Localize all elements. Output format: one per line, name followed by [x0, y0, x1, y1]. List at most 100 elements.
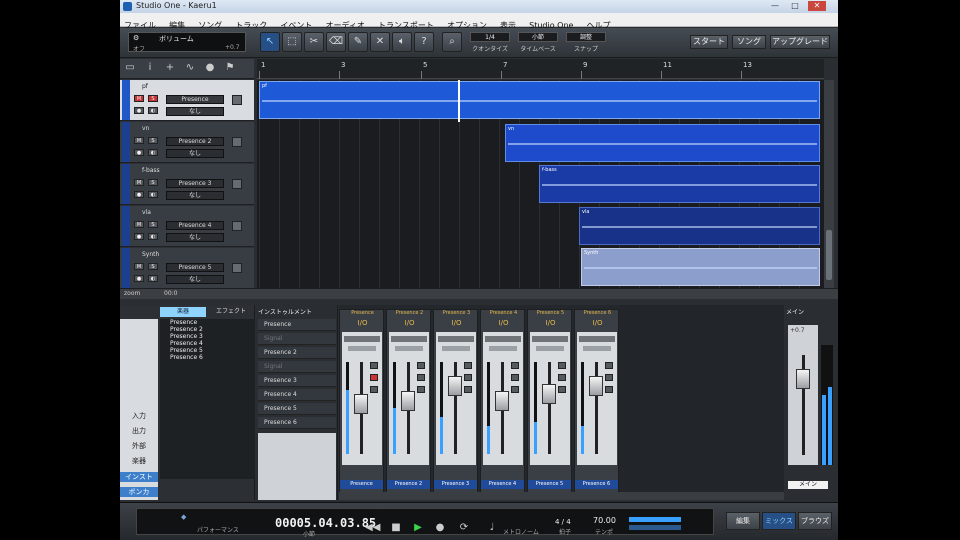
solo-button[interactable]: [370, 374, 378, 381]
pan-control[interactable]: [583, 346, 611, 351]
audio-clip[interactable]: f-bass: [539, 165, 820, 203]
tab-effects[interactable]: エフェクト: [208, 307, 254, 317]
keyboard-icon[interactable]: [232, 263, 242, 273]
insert-slot[interactable]: [532, 336, 568, 342]
arrange-zoom[interactable]: zoom: [124, 290, 140, 297]
instrument-list-row[interactable]: Presence 2: [258, 347, 336, 359]
list-item[interactable]: Presence 3: [160, 333, 255, 340]
timebase-value[interactable]: 小節: [518, 32, 558, 42]
side-external[interactable]: 外部: [120, 441, 158, 451]
side-output[interactable]: 出力: [120, 426, 158, 436]
mute-button[interactable]: [511, 362, 519, 369]
track-name[interactable]: f-bass: [142, 167, 160, 174]
tab-instruments[interactable]: 楽器: [160, 307, 206, 317]
track-output-select[interactable]: なし: [166, 149, 224, 158]
record-icon[interactable]: ●: [433, 522, 447, 534]
volume-fader[interactable]: [542, 383, 556, 404]
track-output-select[interactable]: なし: [166, 191, 224, 200]
keyboard-icon[interactable]: [232, 137, 242, 147]
track-header[interactable]: f-bass M S ● ◐ Presence 3 なし: [120, 164, 254, 205]
metronome-icon[interactable]: ♩: [485, 522, 499, 534]
instrument-list-row[interactable]: Presence 6: [258, 417, 336, 429]
vertical-scrollbar[interactable]: [824, 80, 834, 288]
maximize-button[interactable]: □: [786, 1, 804, 11]
track-instrument-select[interactable]: Presence 2: [166, 137, 224, 146]
mix-button[interactable]: ミックス: [762, 512, 796, 530]
mute-button[interactable]: M: [134, 221, 144, 228]
side-input[interactable]: 入力: [120, 411, 158, 421]
channel-label[interactable]: Presence 2: [387, 480, 430, 489]
track-instrument-select[interactable]: Presence 5: [166, 263, 224, 272]
scroll-thumb[interactable]: [826, 230, 832, 280]
monitor-button[interactable]: ◐: [148, 275, 158, 282]
track-instrument-select[interactable]: Presence 4: [166, 221, 224, 230]
solo-button[interactable]: [464, 374, 472, 381]
eraser-tool-icon[interactable]: ⌫: [326, 32, 346, 52]
snap-value[interactable]: 調整: [566, 32, 606, 42]
start-button[interactable]: スタート: [690, 35, 728, 49]
record-button[interactable]: [370, 386, 378, 393]
pan-control[interactable]: [395, 346, 423, 351]
list-item[interactable]: Presence 5: [160, 347, 255, 354]
volume-display[interactable]: ⚙ ボリューム オフ +0.7: [128, 32, 246, 53]
record-button[interactable]: ●: [134, 233, 144, 240]
timeline-ruler[interactable]: 1 3 5 7 9 11 13: [257, 59, 824, 79]
play-icon[interactable]: ▶: [411, 522, 425, 534]
instrument-list-row[interactable]: Presence 5: [258, 403, 336, 415]
split-tool-icon[interactable]: ✂: [304, 32, 324, 52]
insert-slot[interactable]: [344, 336, 380, 342]
record-button[interactable]: ●: [134, 149, 144, 156]
time-display[interactable]: 00005.04.03.85: [275, 516, 376, 530]
insert-slot[interactable]: [391, 336, 427, 342]
solo-button[interactable]: [511, 374, 519, 381]
mute-button[interactable]: M: [134, 137, 144, 144]
channel-io[interactable]: I/O: [434, 319, 479, 327]
side-instrument[interactable]: 楽器: [120, 456, 158, 466]
automation-icon[interactable]: ∿: [184, 62, 196, 74]
solo-button[interactable]: S: [148, 137, 158, 144]
instrument-list-row[interactable]: Signal: [258, 333, 336, 345]
marker-icon[interactable]: ⚑: [224, 62, 236, 74]
record-button[interactable]: [558, 386, 566, 393]
song-button[interactable]: ソング: [732, 35, 766, 49]
mute-button[interactable]: M: [134, 263, 144, 270]
paint-tool-icon[interactable]: ✎: [348, 32, 368, 52]
pan-control[interactable]: [489, 346, 517, 351]
zoom-icon[interactable]: ⌕: [442, 32, 462, 52]
record-button[interactable]: ●: [134, 107, 144, 114]
insert-slot[interactable]: [485, 336, 521, 342]
mute-button[interactable]: [417, 362, 425, 369]
loop-icon[interactable]: ⟳: [457, 522, 471, 534]
inspector-icon[interactable]: i: [144, 62, 156, 74]
listen-tool-icon[interactable]: 🔈︎: [392, 32, 412, 52]
channel-io[interactable]: I/O: [481, 319, 526, 327]
list-item[interactable]: Presence 6: [160, 354, 255, 361]
solo-button[interactable]: S: [148, 95, 158, 102]
volume-fader[interactable]: [354, 394, 368, 415]
browse-button[interactable]: ブラウズ: [798, 512, 832, 530]
mute-button[interactable]: [464, 362, 472, 369]
solo-button[interactable]: S: [148, 221, 158, 228]
volume-fader[interactable]: [401, 390, 415, 411]
volume-fader[interactable]: [589, 376, 603, 397]
upgrade-button[interactable]: アップグレード: [770, 35, 830, 49]
pan-control[interactable]: [536, 346, 564, 351]
mute-button[interactable]: [605, 362, 613, 369]
instrument-list-row[interactable]: Presence 4: [258, 389, 336, 401]
edit-button[interactable]: 編集: [726, 512, 760, 530]
keyboard-icon[interactable]: [232, 95, 242, 105]
track-output-select[interactable]: なし: [166, 233, 224, 242]
channel-label[interactable]: Presence 4: [481, 480, 524, 489]
side-bonka[interactable]: ボンカ: [120, 487, 158, 497]
track-name[interactable]: Synth: [142, 251, 159, 258]
mute-button[interactable]: M: [134, 95, 144, 102]
channel-io[interactable]: I/O: [387, 319, 432, 327]
list-item[interactable]: Presence 4: [160, 340, 255, 347]
mute-button[interactable]: [370, 362, 378, 369]
channel-label[interactable]: Presence 6: [575, 480, 618, 489]
list-item[interactable]: Presence: [160, 319, 255, 326]
channel-io[interactable]: I/O: [528, 319, 573, 327]
stop-icon[interactable]: ■: [389, 522, 403, 534]
solo-button[interactable]: [417, 374, 425, 381]
keyboard-icon[interactable]: [232, 179, 242, 189]
